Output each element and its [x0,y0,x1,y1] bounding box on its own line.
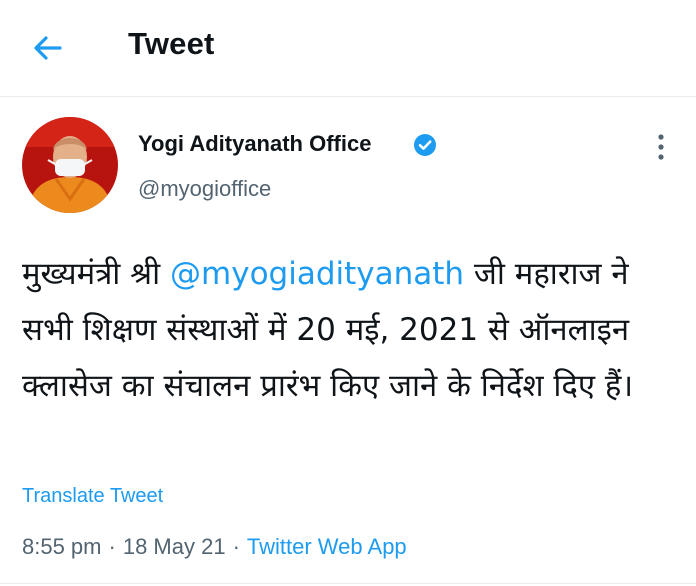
divider [0,583,696,584]
tweet-metadata: 8:55 pm · 18 May 21 · Twitter Web App [22,534,407,560]
avatar[interactable] [22,117,118,213]
arrow-left-icon [34,36,62,60]
more-vertical-icon [658,134,664,160]
tweet-time: 8:55 pm [22,534,102,559]
back-button[interactable] [30,30,70,66]
tweet-date: 18 May 21 [122,534,226,559]
page-title: Tweet [128,26,215,61]
tweet-text: मुख्यमंत्री श्री @myogiadityanath जी महा… [22,246,682,414]
translate-tweet-link[interactable]: Translate Tweet [22,485,163,508]
author-name[interactable]: Yogi Adityanath Office [138,131,371,157]
profile-photo [22,117,118,213]
tweet-text-part: मुख्यमंत्री श्री [22,256,171,292]
author-handle[interactable]: @myogioffice [138,176,271,202]
separator: · [232,534,240,559]
source-link[interactable]: Twitter Web App [247,534,407,559]
verified-badge-icon [414,134,436,156]
separator: · [108,534,116,559]
top-app-bar: Tweet [0,0,696,97]
mention-link[interactable]: @myogiadityanath [170,256,464,292]
more-options-button[interactable] [646,130,676,164]
